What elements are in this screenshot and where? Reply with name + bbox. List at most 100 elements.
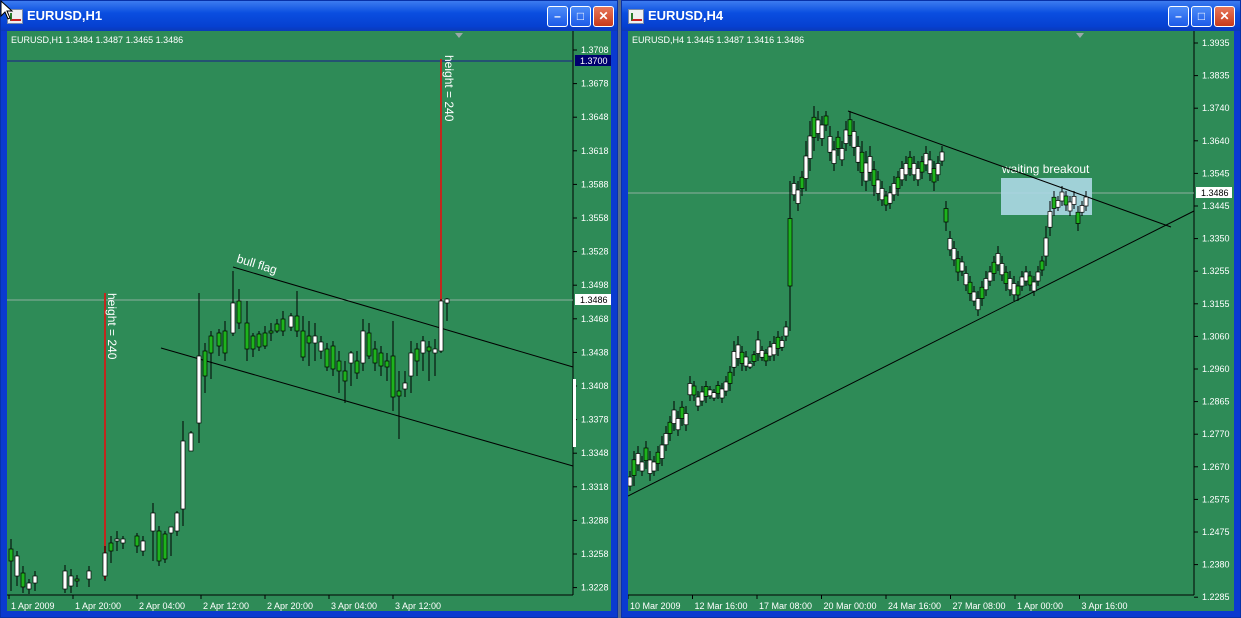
candle-body: [1071, 196, 1077, 205]
candle-body: [947, 238, 953, 251]
candle-body: [871, 169, 877, 186]
price-label: 1.3445: [1202, 201, 1230, 211]
candle-body: [951, 248, 957, 261]
candle-body: [891, 183, 897, 196]
price-chart[interactable]: 1.3708 1.3678 1.3648 1.3618 1.3588 1.3558 1.35…: [7, 31, 611, 611]
price-label: 1.2285: [1202, 592, 1230, 602]
price-label: 1.2670: [1202, 462, 1230, 472]
minimize-button[interactable]: –: [547, 6, 568, 27]
candle-body: [795, 189, 801, 204]
candle-body: [384, 360, 390, 368]
minimize-button[interactable]: –: [1168, 6, 1189, 27]
candle-body: [915, 168, 921, 181]
highlight-label: 1.3486: [580, 295, 608, 305]
candle-body: [1007, 278, 1013, 291]
candle-body: [438, 300, 444, 352]
price-label: 1.3468: [581, 314, 609, 324]
candle-body: [727, 371, 733, 384]
candle-body: [855, 146, 861, 163]
maximize-button[interactable]: □: [1191, 6, 1212, 27]
price-label: 1.3528: [581, 247, 609, 257]
candle-body: [1055, 200, 1061, 208]
chart-window-h1[interactable]: EURUSD,H1 – □ ✕ 1.3708 1.3678 1.3648 1.3618…: [0, 0, 618, 618]
maximize-button[interactable]: □: [570, 6, 591, 27]
candle-body: [336, 360, 342, 372]
price-label: 1.3545: [1202, 168, 1230, 178]
candle-body: [863, 162, 869, 182]
candle-body: [815, 119, 821, 134]
candle-body: [162, 533, 168, 560]
close-button[interactable]: ✕: [1214, 6, 1235, 27]
candle-body: [1011, 283, 1017, 296]
candle-body: [731, 351, 737, 368]
price-label: 1.3678: [581, 79, 609, 89]
candle-body: [236, 300, 242, 324]
price-label: 1.3348: [581, 448, 609, 458]
candle-body: [244, 322, 250, 350]
flag-lower-line: [160, 347, 574, 467]
candle-body: [695, 396, 701, 407]
candle-body: [330, 345, 336, 370]
chart-window-h4[interactable]: EURUSD,H4 – □ ✕ 1.3935 1.3835 1.3740 1.3640…: [621, 0, 1241, 618]
chart-canvas[interactable]: 1.3935 1.3835 1.3740 1.3640 1.3545 1.3445 1.33…: [628, 31, 1236, 613]
highlight-label: 1.3700: [580, 56, 608, 66]
candle-body: [1051, 196, 1057, 209]
candle-body: [823, 115, 829, 126]
candle-body: [899, 168, 905, 181]
price-label: 1.3378: [581, 415, 609, 425]
candle-body: [378, 352, 384, 367]
candle-body: [707, 389, 713, 397]
candle-body: [787, 218, 793, 287]
candle-body: [959, 261, 965, 272]
candle-body: [1083, 196, 1089, 207]
candle-body: [735, 344, 741, 359]
title-bar[interactable]: EURUSD,H1 – □ ✕: [1, 1, 617, 31]
candle-body: [628, 476, 633, 487]
height-annotation-right: height = 240: [442, 55, 456, 122]
chart-canvas[interactable]: 1.3708 1.3678 1.3648 1.3618 1.3588 1.3558 1.35…: [7, 31, 613, 613]
price-chart[interactable]: 1.3935 1.3835 1.3740 1.3640 1.3545 1.3445 1.33…: [628, 31, 1234, 611]
candle-body: [779, 340, 785, 348]
close-button[interactable]: ✕: [593, 6, 614, 27]
candle-body: [20, 572, 26, 588]
candle-body: [667, 421, 673, 434]
time-label: 27 Mar 08:00: [953, 601, 1006, 611]
candle-body: [739, 351, 745, 364]
candle-body: [791, 183, 797, 196]
candle-body: [967, 281, 973, 294]
candle-body: [683, 413, 689, 426]
candle-body: [987, 271, 993, 282]
candle-body: [639, 461, 645, 472]
candle-body: [799, 176, 805, 189]
time-label: 10 Mar 2009: [630, 601, 681, 611]
candle-body: [68, 575, 74, 587]
candle-body: [312, 335, 318, 344]
candle-body: [907, 156, 913, 169]
candle-body: [647, 459, 653, 474]
candle-body: [755, 339, 761, 354]
candle-body: [807, 135, 813, 159]
candle-body: [963, 273, 969, 286]
price-label: 1.3648: [581, 112, 609, 122]
candle-body: [719, 388, 725, 399]
candle-body: [767, 346, 773, 357]
candle-body: [288, 315, 294, 328]
candle-body: [348, 352, 354, 364]
candle-body: [414, 348, 420, 362]
price-label: 1.2475: [1202, 527, 1230, 537]
height-annotation-left: height = 240: [105, 293, 119, 360]
candle-body: [783, 326, 789, 337]
candle-body: [803, 155, 809, 179]
candle-body: [222, 330, 228, 354]
candle-body: [935, 163, 941, 176]
candle-body: [140, 540, 146, 552]
candle-body: [26, 582, 32, 590]
candle-body: [408, 352, 414, 377]
candle-body: [1043, 237, 1049, 257]
price-label: 1.3835: [1202, 71, 1230, 81]
candle-body: [102, 552, 108, 577]
candle-body: [911, 163, 917, 176]
title-bar[interactable]: EURUSD,H4 – □ ✕: [622, 1, 1240, 31]
candle-body: [923, 153, 929, 166]
candle-body: [903, 163, 909, 176]
